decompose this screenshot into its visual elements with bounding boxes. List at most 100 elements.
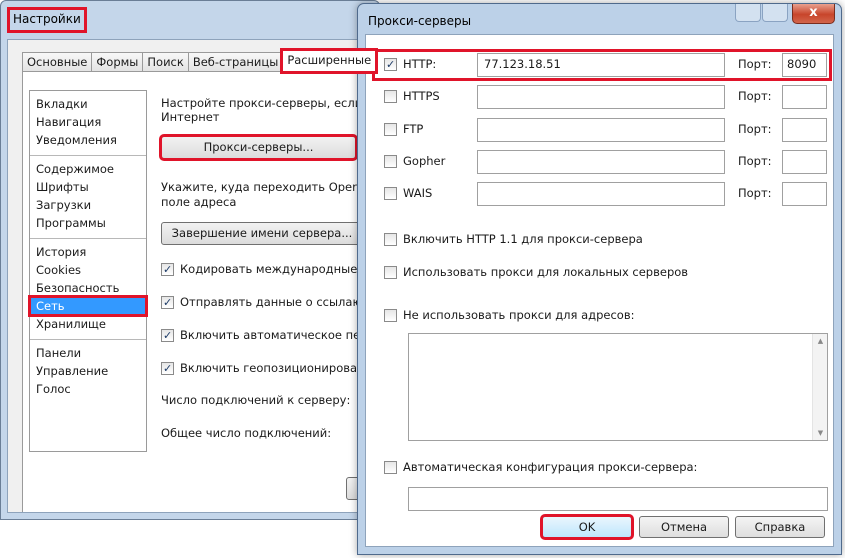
- proxy-dialog-title: Прокси-серверы: [368, 14, 472, 28]
- category-storage[interactable]: Хранилище: [30, 315, 146, 333]
- proxy-row-http: HTTP: 77.123.18.51 Порт: 8090: [372, 49, 832, 81]
- server-name-completion-button[interactable]: Завершение имени сервера...: [161, 222, 363, 245]
- checkbox[interactable]: [384, 123, 397, 136]
- category-notifications[interactable]: Уведомления: [30, 131, 146, 149]
- proxy-row-ftp: FTP Порт:: [374, 116, 830, 144]
- port-label: Порт:: [738, 154, 772, 168]
- http-port-input[interactable]: 8090: [782, 53, 827, 77]
- ok-button[interactable]: OK: [540, 514, 634, 540]
- option-auto-redirect[interactable]: Включить автоматическое перен: [161, 327, 382, 343]
- proxy-dialog-client: HTTP: 77.123.18.51 Порт: 8090 HTTPS Порт…: [365, 34, 834, 547]
- category-programs[interactable]: Программы: [30, 214, 146, 232]
- proxy-description: Настройте прокси-серверы, если не: [161, 96, 381, 110]
- option-encode-intl[interactable]: Кодировать международные веб-: [161, 261, 386, 277]
- checkbox[interactable]: [384, 187, 397, 200]
- category-cookies[interactable]: Cookies: [30, 261, 146, 279]
- option-label: Включить HTTP 1.1 для прокси-сервера: [403, 232, 643, 246]
- connections-per-server-label: Число подключений к серверу:: [161, 393, 351, 407]
- settings-window-title: Настройки: [7, 7, 87, 33]
- option-label: Не использовать прокси для адресов:: [403, 308, 635, 322]
- http-host-input[interactable]: 77.123.18.51: [477, 53, 725, 77]
- protocol-label: HTTP:: [403, 57, 437, 71]
- ftp-host-input[interactable]: [477, 118, 725, 142]
- https-port-input[interactable]: [782, 85, 827, 109]
- protocol-label: WAIS: [403, 186, 433, 200]
- category-tabs[interactable]: Вкладки: [30, 95, 146, 113]
- category-security[interactable]: Безопасность: [30, 279, 146, 297]
- tab-webpages[interactable]: Веб-страницы: [187, 52, 284, 72]
- gopher-toggle[interactable]: Gopher: [384, 154, 445, 168]
- wais-host-input[interactable]: [477, 182, 725, 206]
- gopher-host-input[interactable]: [477, 150, 725, 174]
- category-list: Вкладки Навигация Уведомления Содержимое…: [28, 90, 148, 452]
- category-toolbars[interactable]: Панели: [30, 344, 146, 362]
- gopher-port-input[interactable]: [782, 150, 827, 174]
- category-navigation[interactable]: Навигация: [30, 113, 146, 131]
- total-connections-label: Общее число подключений:: [161, 426, 332, 440]
- checkbox[interactable]: [161, 296, 174, 309]
- http-toggle[interactable]: HTTP:: [384, 57, 436, 71]
- wais-toggle[interactable]: WAIS: [384, 186, 432, 200]
- redirect-description-cont: поле адреса: [161, 195, 237, 209]
- option-label: Включить автоматическое перен: [180, 328, 383, 342]
- checkbox[interactable]: [384, 309, 397, 322]
- category-shortcuts[interactable]: Управление: [30, 362, 146, 380]
- port-label: Порт:: [738, 57, 772, 71]
- cancel-button[interactable]: Отмена: [639, 516, 729, 538]
- option-geolocation[interactable]: Включить геопозиционировани: [161, 360, 372, 376]
- category-fonts[interactable]: Шрифты: [30, 178, 146, 196]
- option-send-referrer[interactable]: Отправлять данные о ссылающе: [161, 294, 380, 310]
- category-history[interactable]: История: [30, 243, 146, 261]
- category-group: Вкладки Навигация Уведомления: [30, 91, 146, 156]
- proxy-row-https: HTTPS Порт:: [374, 83, 830, 111]
- checkbox[interactable]: [384, 58, 397, 71]
- tab-basic[interactable]: Основные: [22, 52, 93, 72]
- auto-config-option[interactable]: Автоматическая конфигурация прокси-серве…: [384, 459, 697, 475]
- checkbox[interactable]: [384, 90, 397, 103]
- no-proxy-for-option[interactable]: Не использовать прокси для адресов:: [384, 307, 634, 323]
- wais-port-input[interactable]: [782, 182, 827, 206]
- scroll-down-icon[interactable]: ▼: [813, 426, 828, 440]
- use-proxy-local-option[interactable]: Использовать прокси для локальных сервер…: [384, 264, 688, 280]
- settings-window: Настройки Основные Формы Поиск Веб-стран…: [0, 0, 390, 520]
- port-label: Порт:: [738, 122, 772, 136]
- close-icon[interactable]: x: [792, 4, 835, 24]
- scroll-up-icon[interactable]: ▲: [813, 334, 828, 348]
- option-label: Автоматическая конфигурация прокси-серве…: [403, 460, 698, 474]
- tab-advanced[interactable]: Расширенные: [280, 48, 379, 74]
- https-host-input[interactable]: [477, 85, 725, 109]
- advanced-tab-panel: Вкладки Навигация Уведомления Содержимое…: [22, 71, 390, 512]
- checkbox[interactable]: [161, 263, 174, 276]
- auto-config-url-input[interactable]: [408, 487, 828, 511]
- no-proxy-addresses-textarea[interactable]: ▲ ▼: [408, 333, 828, 441]
- https-toggle[interactable]: HTTPS: [384, 89, 440, 103]
- protocol-label: FTP: [403, 122, 424, 136]
- tab-forms[interactable]: Формы: [91, 52, 144, 72]
- maximize-button: [762, 4, 788, 22]
- checkbox[interactable]: [161, 329, 174, 342]
- category-downloads[interactable]: Загрузки: [30, 196, 146, 214]
- category-group: Панели Управление Голос: [30, 340, 146, 404]
- checkbox[interactable]: [384, 461, 397, 474]
- checkbox[interactable]: [384, 266, 397, 279]
- ftp-toggle[interactable]: FTP: [384, 122, 423, 136]
- redirect-description: Укажите, куда переходить Opera при: [161, 180, 390, 194]
- proxy-row-wais: WAIS Порт:: [374, 180, 830, 208]
- checkbox[interactable]: [161, 362, 174, 375]
- category-group: Содержимое Шрифты Загрузки Программы: [30, 156, 146, 239]
- proxy-row-gopher: Gopher Порт:: [374, 148, 830, 176]
- category-voice[interactable]: Голос: [30, 380, 146, 398]
- minimize-button: [735, 4, 761, 22]
- ftp-port-input[interactable]: [782, 118, 827, 142]
- proxy-description-cont: Интернет: [161, 110, 220, 124]
- option-label: Использовать прокси для локальных сервер…: [403, 265, 689, 279]
- category-network[interactable]: Сеть: [28, 295, 148, 317]
- category-content[interactable]: Содержимое: [30, 160, 146, 178]
- checkbox[interactable]: [384, 233, 397, 246]
- tab-search[interactable]: Поиск: [142, 52, 189, 72]
- textarea-scrollbar[interactable]: ▲ ▼: [812, 334, 827, 440]
- enable-http11-option[interactable]: Включить HTTP 1.1 для прокси-сервера: [384, 231, 643, 247]
- help-button[interactable]: Справка: [735, 516, 825, 538]
- proxy-servers-button[interactable]: Прокси-серверы...: [159, 134, 358, 161]
- checkbox[interactable]: [384, 155, 397, 168]
